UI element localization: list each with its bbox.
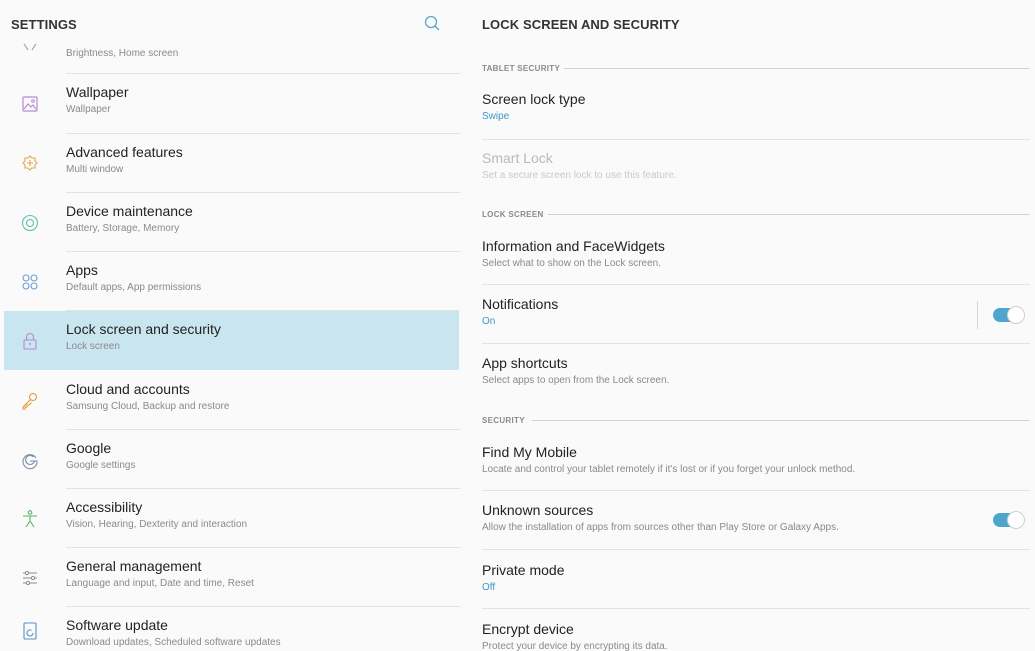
sidebar-item-label: Advanced features bbox=[66, 144, 183, 160]
sidebar-item-lock-screen-and-security[interactable]: Lock screen and security Lock screen bbox=[4, 311, 459, 370]
sidebar-item-subtitle: Samsung Cloud, Backup and restore bbox=[66, 401, 230, 412]
sliders-icon bbox=[20, 568, 40, 588]
toggle-knob bbox=[1007, 511, 1025, 529]
sidebar-item-google[interactable]: Google Google settings bbox=[0, 430, 460, 489]
setting-unknown-sources[interactable]: Unknown sources Allow the installation o… bbox=[460, 492, 1035, 550]
section-divider bbox=[548, 214, 1030, 215]
setting-subtitle: Select apps to open from the Lock screen… bbox=[482, 375, 670, 386]
sidebar-item-subtitle: Google settings bbox=[66, 460, 136, 471]
sidebar-item-label: Lock screen and security bbox=[66, 321, 221, 337]
detail-title: LOCK SCREEN AND SECURITY bbox=[482, 17, 680, 32]
device-maintenance-icon bbox=[20, 213, 40, 233]
apps-icon bbox=[20, 272, 40, 292]
wallpaper-icon bbox=[20, 94, 40, 114]
sidebar-item-advanced-features[interactable]: Advanced features Multi window bbox=[0, 134, 460, 193]
setting-title: Private mode bbox=[482, 562, 565, 578]
sidebar-item-subtitle: Language and input, Date and time, Reset bbox=[66, 578, 254, 589]
sidebar-item-apps[interactable]: Apps Default apps, App permissions bbox=[0, 252, 460, 311]
unknown-sources-toggle[interactable] bbox=[993, 511, 1025, 529]
setting-subtitle: Select what to show on the Lock screen. bbox=[482, 258, 661, 269]
sidebar-item-subtitle: Multi window bbox=[66, 164, 124, 175]
setting-encrypt-device[interactable]: Encrypt device Protect your device by en… bbox=[460, 611, 1035, 651]
setting-information-and-facewidgets[interactable]: Information and FaceWidgets Select what … bbox=[460, 228, 1035, 286]
sidebar-item-subtitle: Download updates, Scheduled software upd… bbox=[66, 637, 281, 648]
sidebar-item-label: Google bbox=[66, 440, 112, 456]
setting-notifications[interactable]: Notifications On bbox=[460, 286, 1035, 344]
lock-icon bbox=[20, 331, 40, 351]
setting-title: Unknown sources bbox=[482, 502, 594, 518]
sidebar-item-display[interactable]: Brightness, Home screen bbox=[0, 40, 460, 74]
setting-screen-lock-type[interactable]: Screen lock type Swipe bbox=[460, 81, 1035, 139]
software-update-icon bbox=[20, 621, 40, 641]
setting-value: Swipe bbox=[482, 111, 510, 122]
sidebar-item-subtitle: Default apps, App permissions bbox=[66, 282, 202, 293]
toggle-knob bbox=[1007, 306, 1025, 324]
sidebar-item-subtitle: Lock screen bbox=[66, 341, 120, 352]
section-header-tablet-security: TABLET SECURITY bbox=[482, 64, 561, 73]
setting-value: On bbox=[482, 316, 496, 327]
sidebar-item-accessibility[interactable]: Accessibility Vision, Hearing, Dexterity… bbox=[0, 489, 460, 548]
accessibility-icon bbox=[20, 509, 40, 529]
lock-screen-security-pane: LOCK SCREEN AND SECURITY TABLET SECURITY… bbox=[460, 0, 1035, 651]
setting-subtitle: Allow the installation of apps from sour… bbox=[482, 522, 839, 533]
setting-value: Off bbox=[482, 582, 496, 593]
divider bbox=[482, 549, 1030, 550]
section-divider bbox=[532, 420, 1030, 421]
setting-title: Screen lock type bbox=[482, 91, 586, 107]
sidebar-item-subtitle: Brightness, Home screen bbox=[66, 48, 179, 59]
setting-smart-lock: Smart Lock Set a secure screen lock to u… bbox=[460, 140, 1035, 198]
sidebar-item-wallpaper[interactable]: Wallpaper Wallpaper bbox=[0, 74, 460, 133]
setting-title: App shortcuts bbox=[482, 355, 568, 371]
settings-pane: SETTINGS Brightness, Home screen Wallpap… bbox=[0, 0, 460, 651]
setting-title: Notifications bbox=[482, 296, 559, 312]
setting-title: Information and FaceWidgets bbox=[482, 238, 665, 254]
divider bbox=[482, 284, 1030, 285]
sidebar-item-general-management[interactable]: General management Language and input, D… bbox=[0, 548, 460, 607]
settings-title: SETTINGS bbox=[11, 17, 77, 32]
detail-header: LOCK SCREEN AND SECURITY bbox=[460, 0, 1035, 50]
advanced-features-icon bbox=[20, 154, 40, 174]
sidebar-item-subtitle: Wallpaper bbox=[66, 104, 111, 115]
sidebar-item-label: Cloud and accounts bbox=[66, 381, 190, 397]
search-icon[interactable] bbox=[420, 11, 444, 35]
sidebar-item-label: Accessibility bbox=[66, 499, 143, 515]
setting-title: Encrypt device bbox=[482, 621, 574, 637]
setting-find-my-mobile[interactable]: Find My Mobile Locate and control your t… bbox=[460, 434, 1035, 492]
divider bbox=[977, 301, 978, 329]
sidebar-item-cloud-and-accounts[interactable]: Cloud and accounts Samsung Cloud, Backup… bbox=[0, 371, 460, 430]
google-icon bbox=[20, 450, 40, 470]
divider bbox=[482, 343, 1030, 344]
sidebar-item-label: Software update bbox=[66, 617, 168, 633]
divider bbox=[482, 608, 1030, 609]
setting-subtitle: Set a secure screen lock to use this fea… bbox=[482, 170, 677, 181]
key-icon bbox=[20, 391, 40, 411]
sidebar-item-software-update[interactable]: Software update Download updates, Schedu… bbox=[0, 607, 460, 651]
sidebar-item-device-maintenance[interactable]: Device maintenance Battery, Storage, Mem… bbox=[0, 193, 460, 252]
setting-subtitle: Locate and control your tablet remotely … bbox=[482, 464, 856, 475]
section-header-lock-screen: LOCK SCREEN bbox=[482, 210, 544, 219]
setting-title: Smart Lock bbox=[482, 150, 553, 166]
sidebar-item-label: Apps bbox=[66, 262, 98, 278]
setting-subtitle: Protect your device by encrypting its da… bbox=[482, 641, 668, 651]
divider bbox=[482, 490, 1030, 491]
setting-app-shortcuts[interactable]: App shortcuts Select apps to open from t… bbox=[460, 345, 1035, 403]
sidebar-item-subtitle: Battery, Storage, Memory bbox=[66, 223, 180, 234]
setting-title: Find My Mobile bbox=[482, 444, 577, 460]
sidebar-item-subtitle: Vision, Hearing, Dexterity and interacti… bbox=[66, 519, 248, 530]
sidebar-item-label: Wallpaper bbox=[66, 84, 129, 100]
notifications-toggle[interactable] bbox=[993, 306, 1025, 324]
display-icon bbox=[20, 42, 40, 62]
setting-private-mode[interactable]: Private mode Off bbox=[460, 552, 1035, 610]
section-divider bbox=[564, 68, 1030, 69]
sidebar-item-label: General management bbox=[66, 558, 202, 574]
section-header-security: SECURITY bbox=[482, 416, 525, 425]
sidebar-item-label: Device maintenance bbox=[66, 203, 193, 219]
